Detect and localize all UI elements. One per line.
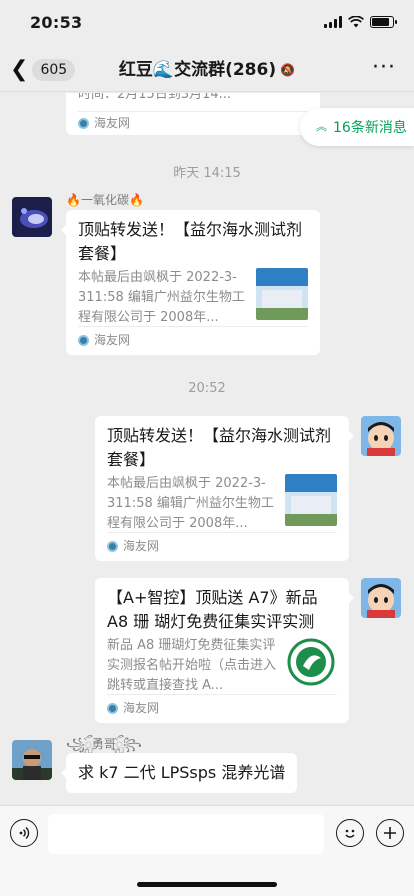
double-chevron-up-icon: ︽	[316, 120, 327, 133]
card-title: 顶贴转发送！【益尔海水测试剂套餐】	[107, 426, 332, 469]
card-title: 【A+智控】顶贴送 A7》新品A8 珊 瑚灯免费征集实评实测	[107, 588, 318, 631]
card-divider	[78, 111, 308, 112]
card-source: 海友网	[78, 332, 130, 348]
card-source-label: 海友网	[94, 333, 131, 347]
link-card[interactable]: 顶贴转发送！【益尔海水测试剂套餐】 本帖最后由飒枫于 2022-3-311:58…	[95, 416, 354, 561]
card-thumbnail	[285, 636, 337, 688]
avatar-image	[12, 197, 52, 237]
nav-bar: ❮ 605 红豆🌊交流群(286) 🔕 ···	[0, 48, 414, 92]
card-source-label: 海友网	[123, 539, 160, 553]
card-description: 新品 A8 珊瑚灯免费征集实评实测报名帖开始啦（点击进入跳转或直接查找 A...	[107, 638, 277, 693]
avatar[interactable]	[12, 740, 52, 780]
card-source-label: 海友网	[123, 701, 160, 715]
status-time: 20:53	[30, 13, 83, 32]
source-icon	[78, 117, 89, 129]
card-title: 顶贴转发送！【益尔海水测试剂套餐】	[78, 220, 303, 263]
source-icon	[78, 334, 89, 346]
avatar-image	[361, 578, 401, 618]
card-source: 海友网	[107, 700, 159, 716]
time-separator: 昨天 14:15	[173, 166, 241, 181]
card-thumbnail	[256, 268, 308, 320]
home-indicator	[137, 882, 277, 887]
new-messages-label: 16条新消息	[333, 120, 407, 136]
emoji-icon	[345, 829, 355, 838]
card-source: 海友网	[107, 538, 159, 554]
card-description: 本帖最后由飒枫于 2022-3-311:58 编辑广州益尔生物工程有限公司于 2…	[107, 476, 274, 531]
wifi-icon	[348, 16, 364, 28]
link-card[interactable]: 顶贴转发送！【益尔海水测试剂套餐】 本帖最后由飒枫于 2022-3-311:58…	[61, 210, 320, 355]
link-card[interactable]: 【A+智控】顶贴送 A7》新品A8 珊 瑚灯免费征集实评实测 新品 A8 珊瑚灯…	[95, 578, 354, 723]
card-source-label: 海友网	[94, 116, 131, 130]
card-description: 本帖最后由飒枫于 2022-3-311:58 编辑广州益尔生物工程有限公司于 2…	[78, 270, 245, 325]
status-icons	[324, 16, 397, 28]
plus-icon	[384, 827, 396, 839]
new-messages-button[interactable]: ︽ 16条新消息	[300, 108, 414, 146]
card-source: 海友网	[78, 115, 130, 131]
my-avatar[interactable]	[361, 578, 401, 618]
status-bar: 20:53	[0, 0, 414, 48]
avatar-image	[361, 416, 401, 456]
voice-icon	[19, 827, 30, 839]
avatar[interactable]	[12, 197, 52, 237]
message-input[interactable]	[48, 814, 324, 854]
chat-area[interactable]: 时间：2月15日到3月14... 海友网 ︽ 16条新消息 昨天 14:15 🔥…	[0, 93, 414, 805]
source-icon	[107, 540, 118, 552]
card-thumbnail	[285, 474, 337, 526]
battery-icon	[370, 16, 397, 28]
avatar-image	[12, 740, 52, 780]
more-button[interactable]: ···	[372, 56, 396, 80]
source-icon	[107, 702, 118, 714]
sender-name: 🔥一氧化碳🔥	[66, 193, 144, 207]
chat-title-text: 红豆🌊交流群(286)	[118, 60, 277, 80]
chat-title: 红豆🌊交流群(286) 🔕	[0, 58, 414, 82]
my-avatar[interactable]	[361, 416, 401, 456]
card-divider	[107, 532, 337, 533]
link-card[interactable]: 时间：2月15日到3月14... 海友网	[66, 93, 320, 135]
card-divider	[78, 326, 308, 327]
time-separator: 20:52	[188, 381, 226, 396]
emoji-button[interactable]	[336, 819, 364, 847]
signal-icon	[324, 16, 342, 28]
add-button[interactable]	[376, 819, 404, 847]
card-divider	[107, 694, 337, 695]
card-description: 时间：2月15日到3月14...	[78, 93, 232, 102]
bell-slash-icon: 🔕	[280, 63, 296, 77]
text-bubble[interactable]: 求 k7 二代 LPSsps 混养光谱	[60, 753, 298, 793]
voice-button[interactable]	[10, 819, 38, 847]
